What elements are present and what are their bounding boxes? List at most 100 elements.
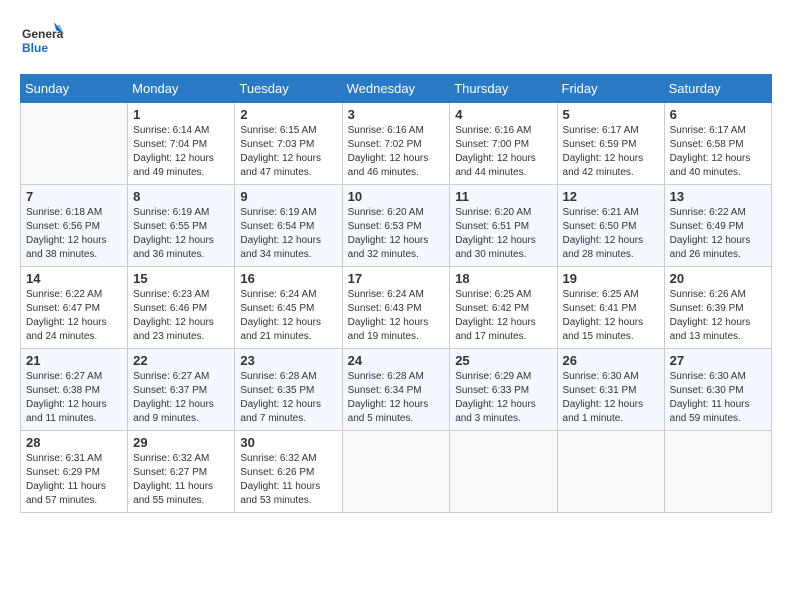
day-info: Sunrise: 6:20 AM Sunset: 6:53 PM Dayligh… xyxy=(348,206,445,262)
calendar-cell: 10 Sunrise: 6:20 AM Sunset: 6:53 PM Dayli… xyxy=(342,185,450,267)
day-number: 3 xyxy=(348,107,445,122)
day-number: 2 xyxy=(240,107,336,122)
calendar-cell: 20 Sunrise: 6:26 AM Sunset: 6:39 PM Dayli… xyxy=(664,267,771,349)
day-number: 5 xyxy=(563,107,659,122)
calendar-cell: 22 Sunrise: 6:27 AM Sunset: 6:37 PM Dayli… xyxy=(128,349,235,431)
day-number: 7 xyxy=(26,189,122,204)
day-number: 29 xyxy=(133,435,229,450)
day-info: Sunrise: 6:29 AM Sunset: 6:33 PM Dayligh… xyxy=(455,370,551,426)
day-info: Sunrise: 6:22 AM Sunset: 6:47 PM Dayligh… xyxy=(26,288,122,344)
day-number: 10 xyxy=(348,189,445,204)
day-number: 18 xyxy=(455,271,551,286)
day-info: Sunrise: 6:22 AM Sunset: 6:49 PM Dayligh… xyxy=(670,206,766,262)
weekday-header-friday: Friday xyxy=(557,75,664,103)
calendar-cell: 13 Sunrise: 6:22 AM Sunset: 6:49 PM Dayli… xyxy=(664,185,771,267)
calendar-cell: 1 Sunrise: 6:14 AM Sunset: 7:04 PM Daylig… xyxy=(128,103,235,185)
calendar-cell: 16Sunrise: 6:24 AM Sunset: 6:45 PM Dayli… xyxy=(235,267,342,349)
calendar-cell: 17 Sunrise: 6:24 AM Sunset: 6:43 PM Dayli… xyxy=(342,267,450,349)
weekday-header-row: SundayMondayTuesdayWednesdayThursdayFrid… xyxy=(21,75,772,103)
calendar-cell xyxy=(450,431,557,513)
calendar-cell: 29 Sunrise: 6:32 AM Sunset: 6:27 PM Dayli… xyxy=(128,431,235,513)
day-info: Sunrise: 6:25 AM Sunset: 6:42 PM Dayligh… xyxy=(455,288,551,344)
day-number: 9 xyxy=(240,189,336,204)
day-info: Sunrise: 6:27 AM Sunset: 6:37 PM Dayligh… xyxy=(133,370,229,426)
day-info: Sunrise: 6:26 AM Sunset: 6:39 PM Dayligh… xyxy=(670,288,766,344)
calendar-cell: 8 Sunrise: 6:19 AM Sunset: 6:55 PM Daylig… xyxy=(128,185,235,267)
calendar-cell: 24Sunrise: 6:28 AM Sunset: 6:34 PM Dayli… xyxy=(342,349,450,431)
day-info: Sunrise: 6:15 AM Sunset: 7:03 PM Dayligh… xyxy=(240,124,336,180)
day-number: 25 xyxy=(455,353,551,368)
calendar-cell: 28Sunrise: 6:31 AM Sunset: 6:29 PM Dayli… xyxy=(21,431,128,513)
day-number: 26 xyxy=(563,353,659,368)
weekday-header-wednesday: Wednesday xyxy=(342,75,450,103)
day-info: Sunrise: 6:32 AM Sunset: 6:26 PM Dayligh… xyxy=(240,452,336,508)
day-number: 14 xyxy=(26,271,122,286)
day-info: Sunrise: 6:30 AM Sunset: 6:31 PM Dayligh… xyxy=(563,370,659,426)
day-info: Sunrise: 6:19 AM Sunset: 6:54 PM Dayligh… xyxy=(240,206,336,262)
calendar-cell xyxy=(21,103,128,185)
weekday-header-sunday: Sunday xyxy=(21,75,128,103)
calendar-cell: 4Sunrise: 6:16 AM Sunset: 7:00 PM Daylig… xyxy=(450,103,557,185)
day-number: 30 xyxy=(240,435,336,450)
logo: General Blue xyxy=(20,20,64,64)
calendar-cell xyxy=(342,431,450,513)
calendar-cell xyxy=(664,431,771,513)
calendar-week-row-1: 1 Sunrise: 6:14 AM Sunset: 7:04 PM Daylig… xyxy=(21,103,772,185)
day-number: 24 xyxy=(348,353,445,368)
calendar-cell: 9 Sunrise: 6:19 AM Sunset: 6:54 PM Daylig… xyxy=(235,185,342,267)
calendar-cell: 2 Sunrise: 6:15 AM Sunset: 7:03 PM Daylig… xyxy=(235,103,342,185)
day-number: 16 xyxy=(240,271,336,286)
calendar-cell: 25 Sunrise: 6:29 AM Sunset: 6:33 PM Dayli… xyxy=(450,349,557,431)
day-info: Sunrise: 6:30 AM Sunset: 6:30 PM Dayligh… xyxy=(670,370,766,426)
day-number: 6 xyxy=(670,107,766,122)
day-info: Sunrise: 6:16 AM Sunset: 7:02 PM Dayligh… xyxy=(348,124,445,180)
day-number: 20 xyxy=(670,271,766,286)
calendar-cell: 11 Sunrise: 6:20 AM Sunset: 6:51 PM Dayli… xyxy=(450,185,557,267)
calendar-cell: 21Sunrise: 6:27 AM Sunset: 6:38 PM Dayli… xyxy=(21,349,128,431)
day-number: 13 xyxy=(670,189,766,204)
logo-svg: General Blue xyxy=(20,20,64,64)
day-info: Sunrise: 6:16 AM Sunset: 7:00 PM Dayligh… xyxy=(455,124,551,180)
calendar-week-row-3: 14 Sunrise: 6:22 AM Sunset: 6:47 PM Dayli… xyxy=(21,267,772,349)
calendar-week-row-5: 28Sunrise: 6:31 AM Sunset: 6:29 PM Dayli… xyxy=(21,431,772,513)
calendar-cell: 23 Sunrise: 6:28 AM Sunset: 6:35 PM Dayli… xyxy=(235,349,342,431)
day-info: Sunrise: 6:31 AM Sunset: 6:29 PM Dayligh… xyxy=(26,452,122,508)
weekday-header-tuesday: Tuesday xyxy=(235,75,342,103)
day-number: 12 xyxy=(563,189,659,204)
calendar-cell: 18 Sunrise: 6:25 AM Sunset: 6:42 PM Dayli… xyxy=(450,267,557,349)
calendar-cell: 3 Sunrise: 6:16 AM Sunset: 7:02 PM Daylig… xyxy=(342,103,450,185)
calendar-cell: 19Sunrise: 6:25 AM Sunset: 6:41 PM Dayli… xyxy=(557,267,664,349)
day-info: Sunrise: 6:20 AM Sunset: 6:51 PM Dayligh… xyxy=(455,206,551,262)
day-number: 11 xyxy=(455,189,551,204)
day-info: Sunrise: 6:32 AM Sunset: 6:27 PM Dayligh… xyxy=(133,452,229,508)
day-number: 27 xyxy=(670,353,766,368)
day-info: Sunrise: 6:18 AM Sunset: 6:56 PM Dayligh… xyxy=(26,206,122,262)
day-number: 8 xyxy=(133,189,229,204)
weekday-header-thursday: Thursday xyxy=(450,75,557,103)
calendar-cell xyxy=(557,431,664,513)
calendar-cell: 7 Sunrise: 6:18 AM Sunset: 6:56 PM Daylig… xyxy=(21,185,128,267)
day-number: 22 xyxy=(133,353,229,368)
calendar-table: SundayMondayTuesdayWednesdayThursdayFrid… xyxy=(20,74,772,513)
weekday-header-saturday: Saturday xyxy=(664,75,771,103)
day-info: Sunrise: 6:14 AM Sunset: 7:04 PM Dayligh… xyxy=(133,124,229,180)
calendar-cell: 14 Sunrise: 6:22 AM Sunset: 6:47 PM Dayli… xyxy=(21,267,128,349)
svg-text:Blue: Blue xyxy=(22,41,48,55)
day-number: 23 xyxy=(240,353,336,368)
day-info: Sunrise: 6:28 AM Sunset: 6:35 PM Dayligh… xyxy=(240,370,336,426)
day-info: Sunrise: 6:23 AM Sunset: 6:46 PM Dayligh… xyxy=(133,288,229,344)
day-info: Sunrise: 6:27 AM Sunset: 6:38 PM Dayligh… xyxy=(26,370,122,426)
calendar-cell: 12 Sunrise: 6:21 AM Sunset: 6:50 PM Dayli… xyxy=(557,185,664,267)
calendar-cell: 15Sunrise: 6:23 AM Sunset: 6:46 PM Dayli… xyxy=(128,267,235,349)
calendar-cell: 30 Sunrise: 6:32 AM Sunset: 6:26 PM Dayli… xyxy=(235,431,342,513)
calendar-week-row-4: 21Sunrise: 6:27 AM Sunset: 6:38 PM Dayli… xyxy=(21,349,772,431)
calendar-week-row-2: 7 Sunrise: 6:18 AM Sunset: 6:56 PM Daylig… xyxy=(21,185,772,267)
day-info: Sunrise: 6:24 AM Sunset: 6:43 PM Dayligh… xyxy=(348,288,445,344)
day-info: Sunrise: 6:19 AM Sunset: 6:55 PM Dayligh… xyxy=(133,206,229,262)
day-info: Sunrise: 6:17 AM Sunset: 6:59 PM Dayligh… xyxy=(563,124,659,180)
calendar-cell: 5 Sunrise: 6:17 AM Sunset: 6:59 PM Daylig… xyxy=(557,103,664,185)
day-info: Sunrise: 6:21 AM Sunset: 6:50 PM Dayligh… xyxy=(563,206,659,262)
page-header: General Blue xyxy=(20,20,772,64)
day-number: 1 xyxy=(133,107,229,122)
day-number: 17 xyxy=(348,271,445,286)
